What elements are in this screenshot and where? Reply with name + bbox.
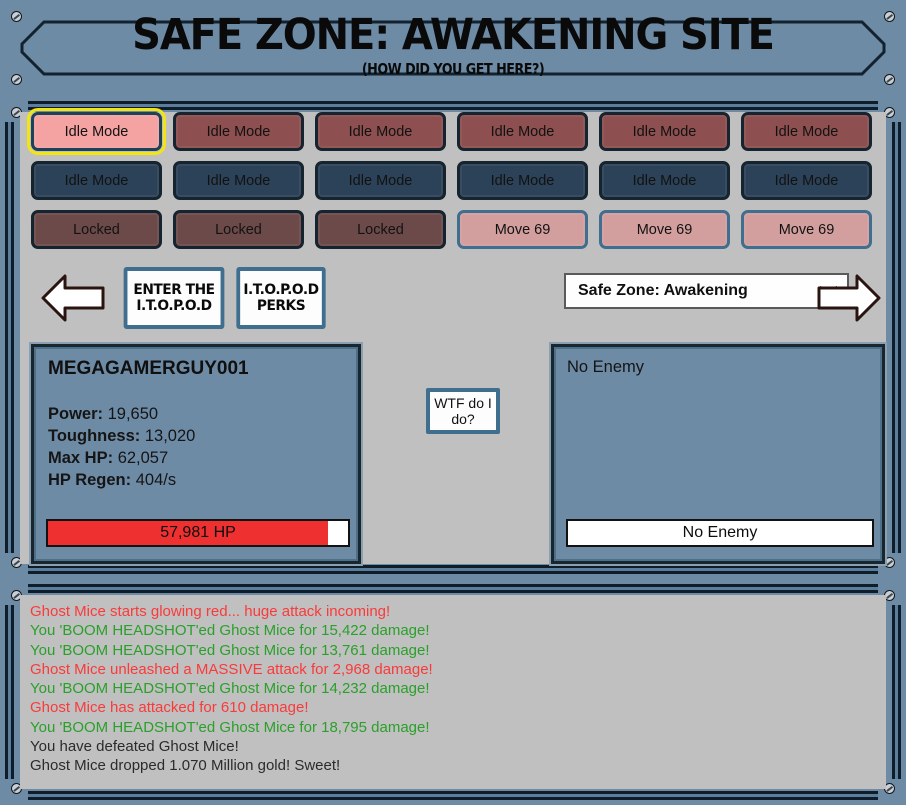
grid-button-label: Move 69: [494, 221, 551, 238]
grid-button-label: Locked: [73, 221, 120, 238]
navigation-row: ENTER THE I.T.O.P.O.D I.T.O.P.O.D PERKS Sa…: [31, 263, 885, 335]
grid-button[interactable]: Idle Mode: [173, 112, 304, 151]
grid-button-label: Idle Mode: [490, 172, 555, 189]
player-hp-text: 57,981 HP: [160, 524, 236, 541]
page-subtitle: (HOW DID YOU GET HERE?): [361, 59, 545, 78]
grid-button-label: Move 69: [636, 221, 693, 238]
grid-button-label: Locked: [357, 221, 404, 238]
frame-bevel-right: [892, 605, 901, 779]
frame-bevel-bottom: [28, 565, 878, 574]
player-stat-row: Power: 19,650: [48, 404, 195, 426]
player-stat-value: 13,020: [144, 426, 196, 445]
zone-select-value: Safe Zone: Awakening: [578, 282, 748, 299]
main-content-area: Idle Mode Idle Mode Idle Mode Idle Mode Idle…: [20, 108, 886, 564]
grid-button[interactable]: Idle Mode: [173, 161, 304, 200]
enter-itopod-button[interactable]: ENTER THE I.T.O.P.O.D: [123, 267, 225, 329]
grid-button-label: Idle Mode: [774, 172, 839, 189]
combat-log-line: You 'BOOM HEADSHOT'ed Ghost Mice for 15,…: [30, 622, 430, 640]
grid-button-label: Move 69: [778, 221, 835, 238]
game-window: SAFE ZONE: AWAKENING SITE (HOW DID YOU G…: [0, 0, 906, 805]
grid-button[interactable]: Move 69: [457, 210, 588, 249]
grid-button-label: Idle Mode: [490, 123, 555, 140]
player-stat-label: Toughness:: [48, 426, 145, 445]
player-stat-value: 62,057: [117, 448, 169, 467]
frame-bevel-left: [5, 605, 14, 779]
frame-bevel-bottom: [28, 791, 878, 800]
combat-log-list[interactable]: Ghost Mice starts glowing red... huge at…: [20, 595, 886, 789]
grid-button-label: Idle Mode: [632, 172, 697, 189]
combat-log-line: Ghost Mice starts glowing red... huge at…: [30, 603, 391, 620]
wtf-do-i-do-button[interactable]: WTF do Ido?: [426, 388, 500, 434]
combat-log-line: Ghost Mice unleashed a MASSIVE attack fo…: [30, 660, 433, 678]
player-hp-bar: 57,981 HP: [46, 519, 350, 547]
combat-log-line: You 'BOOM HEADSHOT'ed Ghost Mice for 14,…: [30, 680, 430, 698]
grid-button[interactable]: Idle Mode: [27, 108, 166, 155]
grid-button[interactable]: Idle Mode: [315, 112, 446, 151]
player-stat-label: HP Regen:: [48, 470, 136, 489]
player-stat-value: 19,650: [107, 405, 159, 423]
grid-button-label: Idle Mode: [348, 172, 413, 189]
itopod-perks-label: I.T.O.P.O.D PERKS: [243, 281, 319, 314]
grid-button[interactable]: Idle Mode: [457, 161, 588, 200]
grid-button-label: Idle Mode: [348, 123, 413, 140]
combat-log-line: You 'BOOM HEADSHOT'ed Ghost Mice for 13,…: [30, 641, 430, 659]
grid-button-label: Idle Mode: [632, 123, 697, 140]
enemy-panel: No Enemy No Enemy: [551, 344, 885, 564]
grid-button[interactable]: Idle Mode: [31, 161, 162, 200]
combat-log-line: You have defeated Ghost Mice!: [30, 737, 239, 755]
player-stat-row: Toughness: 13,020: [48, 426, 195, 448]
grid-button[interactable]: Locked: [173, 210, 304, 249]
grid-button[interactable]: Idle Mode: [599, 112, 730, 151]
ability-button-grid: Idle Mode Idle Mode Idle Mode Idle Mode Idle…: [27, 108, 885, 249]
frame-bevel-left: [5, 122, 14, 553]
arrow-left-icon[interactable]: [41, 269, 105, 327]
grid-button[interactable]: Idle Mode: [599, 161, 730, 200]
grid-button[interactable]: Idle Mode: [741, 112, 872, 151]
grid-button[interactable]: Locked: [31, 210, 162, 249]
enter-itopod-label: ENTER THE I.T.O.P.O.D: [133, 281, 215, 314]
player-stat-label: Max HP:: [48, 448, 118, 467]
wtf-do-i-do-label: WTF do Ido?: [434, 394, 492, 427]
grid-button-label: Idle Mode: [206, 172, 271, 189]
itopod-perks-button[interactable]: I.T.O.P.O.D PERKS: [236, 267, 326, 329]
player-stat-value: 404/s: [135, 470, 177, 489]
grid-button-label: Idle Mode: [64, 172, 129, 189]
grid-button[interactable]: Idle Mode: [457, 112, 588, 151]
main-panel: Idle Mode Idle Mode Idle Mode Idle Mode Idle…: [0, 96, 906, 579]
grid-button[interactable]: Move 69: [741, 210, 872, 249]
arrow-right-icon[interactable]: [817, 269, 881, 327]
grid-button[interactable]: Move 69: [599, 210, 730, 249]
grid-button-label: Idle Mode: [206, 123, 271, 140]
player-stat-row: Max HP: 62,057: [48, 448, 195, 470]
zone-select-dropdown[interactable]: Safe Zone: Awakening: [564, 273, 849, 309]
grid-button-label: Locked: [215, 221, 262, 238]
grid-button[interactable]: Locked: [315, 210, 446, 249]
player-stat-list: Power: 19,650 Toughness: 13,020 Max HP: 62…: [48, 404, 195, 492]
frame-bevel-top: [28, 584, 878, 593]
header-panel: SAFE ZONE: AWAKENING SITE (HOW DID YOU G…: [0, 0, 906, 96]
combat-log-panel: Ghost Mice starts glowing red... huge at…: [0, 579, 906, 805]
player-name: MEGAGAMERGUY001: [48, 358, 249, 379]
combat-log-line: You 'BOOM HEADSHOT'ed Ghost Mice for 18,…: [30, 718, 430, 736]
enemy-name: No Enemy: [567, 358, 645, 376]
combat-log-line: Ghost Mice has attacked for 610 damage!: [30, 699, 309, 717]
grid-button[interactable]: Idle Mode: [741, 161, 872, 200]
page-title: SAFE ZONE: AWAKENING SITE: [132, 10, 775, 60]
grid-button[interactable]: Idle Mode: [315, 161, 446, 200]
grid-button-label: Idle Mode: [64, 123, 129, 140]
frame-bevel-top: [28, 101, 878, 110]
frame-bevel-bottom: [28, 82, 878, 91]
player-stats-panel: MEGAGAMERGUY001 Power: 19,650 Toughness: …: [31, 344, 361, 564]
grid-button-label: Idle Mode: [774, 123, 839, 140]
enemy-hp-bar: No Enemy: [566, 519, 874, 547]
player-stat-row: HP Regen: 404/s: [48, 470, 195, 492]
title-wrapper: SAFE ZONE: AWAKENING SITE (HOW DID YOU G…: [0, 10, 906, 78]
player-stat-label: Power:: [48, 405, 108, 423]
combat-log-line: Ghost Mice dropped 1.070 Million gold! S…: [30, 757, 341, 775]
frame-bevel-right: [892, 122, 901, 553]
